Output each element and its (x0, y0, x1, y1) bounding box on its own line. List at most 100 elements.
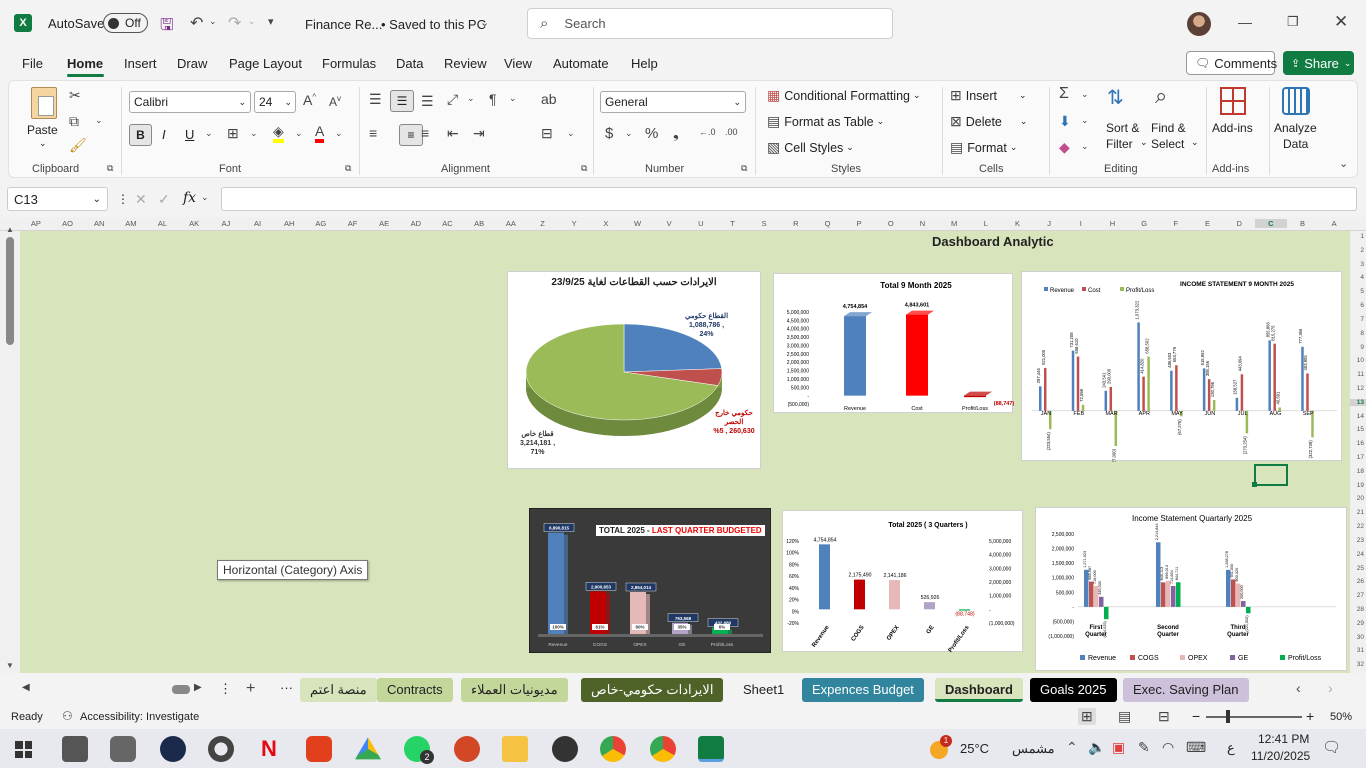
calculator-icon[interactable] (62, 736, 88, 762)
comments-button[interactable]: 🗨 Comments (1186, 51, 1277, 75)
sheet-tab[interactable]: Exec. Saving Plan (1123, 678, 1249, 702)
column-header[interactable]: I (1065, 219, 1097, 228)
font-name-select[interactable]: Calibri ⌄ (129, 91, 251, 113)
save-status[interactable]: • Saved to this PC (381, 17, 486, 32)
align-right-icon[interactable]: ≡ (421, 125, 429, 141)
accessibility-status[interactable]: Accessibility: Investigate (80, 711, 199, 723)
addins-icon[interactable] (1220, 87, 1246, 115)
fx-chevron-icon[interactable]: ⌄ (201, 192, 209, 203)
autosum-icon[interactable]: Σ (1059, 85, 1069, 103)
paste-chevron-icon[interactable]: ⌄ (39, 138, 47, 149)
scroll-up-icon[interactable]: ▲ (6, 225, 14, 234)
restore-icon[interactable]: ❐ (1287, 14, 1299, 30)
underline-chevron-icon[interactable]: ⌄ (205, 128, 213, 139)
obs-icon[interactable] (208, 736, 234, 762)
menu-automate[interactable]: Automate (553, 56, 609, 71)
column-header[interactable]: AE (368, 219, 400, 228)
powerpoint-icon[interactable] (454, 736, 480, 762)
menu-insert[interactable]: Insert (124, 56, 157, 71)
row-header[interactable]: 7 (1350, 316, 1366, 323)
analyze-data-label-1[interactable]: Analyze (1274, 121, 1317, 135)
column-header[interactable]: W (622, 219, 654, 228)
add-sheet-icon[interactable]: + (246, 680, 255, 698)
row-header[interactable]: 19 (1350, 482, 1366, 489)
align-center-button[interactable]: ≡ (399, 124, 423, 146)
name-box[interactable]: C13 ⌄ (7, 187, 108, 211)
underline-button[interactable]: U (185, 127, 194, 142)
comma-icon[interactable]: ❟ (673, 125, 679, 142)
align-bottom-icon[interactable]: ☰ (421, 93, 434, 110)
close-icon[interactable]: ✕ (1334, 12, 1348, 32)
column-header[interactable]: S (748, 219, 780, 228)
total-2025-chart[interactable]: Total 2025 ( 3 Quarters ) 120% 100% 80% 60% 4… (782, 510, 1023, 654)
tray-app-icon[interactable]: ▣ (1112, 739, 1125, 756)
column-header[interactable]: F (1160, 219, 1192, 228)
align-middle-button[interactable]: ☰ (390, 90, 414, 112)
scroll-left-icon[interactable]: ◀ (22, 682, 30, 693)
row-header[interactable]: 28 (1350, 606, 1366, 613)
tabs-next-icon[interactable]: › (1328, 680, 1333, 696)
row-header[interactable]: 26 (1350, 578, 1366, 585)
fill-chevron-icon[interactable]: ⌄ (295, 128, 303, 139)
column-header[interactable]: R (780, 219, 812, 228)
tray-tool-icon[interactable]: ✎ (1138, 739, 1150, 756)
bold-button[interactable]: B (129, 124, 152, 146)
find-select-label-2[interactable]: Select (1151, 137, 1184, 151)
row-header[interactable]: 27 (1350, 592, 1366, 599)
orientation-icon[interactable]: ⤢ (447, 91, 458, 108)
app-icon[interactable] (552, 736, 578, 762)
rtl-chevron-icon[interactable]: ⌄ (509, 93, 517, 104)
accessibility-icon[interactable]: ⚇ (62, 709, 73, 723)
column-header[interactable]: AP (20, 219, 52, 228)
increase-font-icon[interactable]: A^ (303, 92, 316, 108)
weather-text[interactable]: مشمس (1012, 741, 1055, 757)
row-header[interactable]: 8 (1350, 330, 1366, 337)
decrease-decimal-icon[interactable]: .00 (725, 127, 738, 137)
number-format-select[interactable]: General ⌄ (600, 91, 746, 113)
increase-indent-icon[interactable]: ⇥ (473, 125, 485, 142)
chatgpt-icon[interactable] (160, 736, 186, 762)
redo-dropdown-icon[interactable]: ⌄ (248, 16, 256, 27)
sheet-tab[interactable]: Dashboard (935, 678, 1023, 702)
analyze-data-label-2[interactable]: Data (1283, 137, 1308, 151)
sort-filter-chevron-icon[interactable]: ⌄ (1140, 137, 1148, 148)
input-language[interactable]: ع (1227, 740, 1235, 756)
zoom-slider[interactable] (1206, 716, 1302, 718)
find-select-icon[interactable]: ⌕ (1155, 83, 1167, 109)
zoom-slider-thumb[interactable] (1226, 710, 1230, 723)
more-tabs-icon[interactable]: ··· (280, 680, 293, 695)
sheet-tab[interactable]: Sheet1 (733, 678, 794, 702)
addins-label[interactable]: Add-ins (1212, 121, 1253, 135)
currency-icon[interactable]: $ (605, 125, 613, 142)
zoom-level[interactable]: 50% (1330, 711, 1352, 723)
undo-dropdown-icon[interactable]: ⌄ (209, 16, 217, 27)
currency-chevron-icon[interactable]: ⌄ (625, 128, 633, 139)
row-header[interactable]: 20 (1350, 495, 1366, 502)
file-explorer-icon[interactable] (502, 736, 528, 762)
column-header[interactable]: AK (178, 219, 210, 228)
tabs-options-icon[interactable]: ⋮ (219, 681, 232, 697)
copy-chevron-icon[interactable]: ⌄ (95, 115, 103, 126)
column-header[interactable]: AD (400, 219, 432, 228)
windows-start-icon[interactable] (15, 741, 32, 758)
row-header[interactable]: 3 (1350, 261, 1366, 268)
borders-chevron-icon[interactable]: ⌄ (250, 128, 258, 139)
row-header[interactable]: 2 (1350, 247, 1366, 254)
tabs-prev-icon[interactable]: ‹ (1296, 680, 1301, 696)
chrome-profile-icon[interactable] (650, 736, 676, 762)
share-button[interactable]: ⇪ Share ⌄ (1283, 51, 1354, 75)
row-header[interactable]: 11 (1350, 371, 1366, 378)
increase-decimal-icon[interactable]: ←.0 (699, 127, 716, 137)
undo-icon[interactable]: ↶ (190, 13, 203, 33)
notifications-icon[interactable]: 🗨 (1322, 738, 1341, 756)
clipboard-launcher-icon[interactable]: ⧉ (107, 163, 113, 174)
file-title[interactable]: Finance Re... (305, 17, 382, 32)
paste-icon[interactable] (31, 87, 57, 119)
menu-formulas[interactable]: Formulas (322, 56, 376, 71)
autosum-chevron-icon[interactable]: ⌄ (1081, 89, 1089, 100)
tray-chevron-icon[interactable]: ⌃ (1066, 739, 1078, 756)
customize-toolbar-icon[interactable]: ▾ (268, 15, 274, 28)
weather-temp[interactable]: 25°C (960, 741, 989, 756)
column-header[interactable]: AM (115, 219, 147, 228)
worksheet-grid[interactable]: Dashboard Analytic الايرادات حسب القطاعا… (20, 231, 1350, 673)
